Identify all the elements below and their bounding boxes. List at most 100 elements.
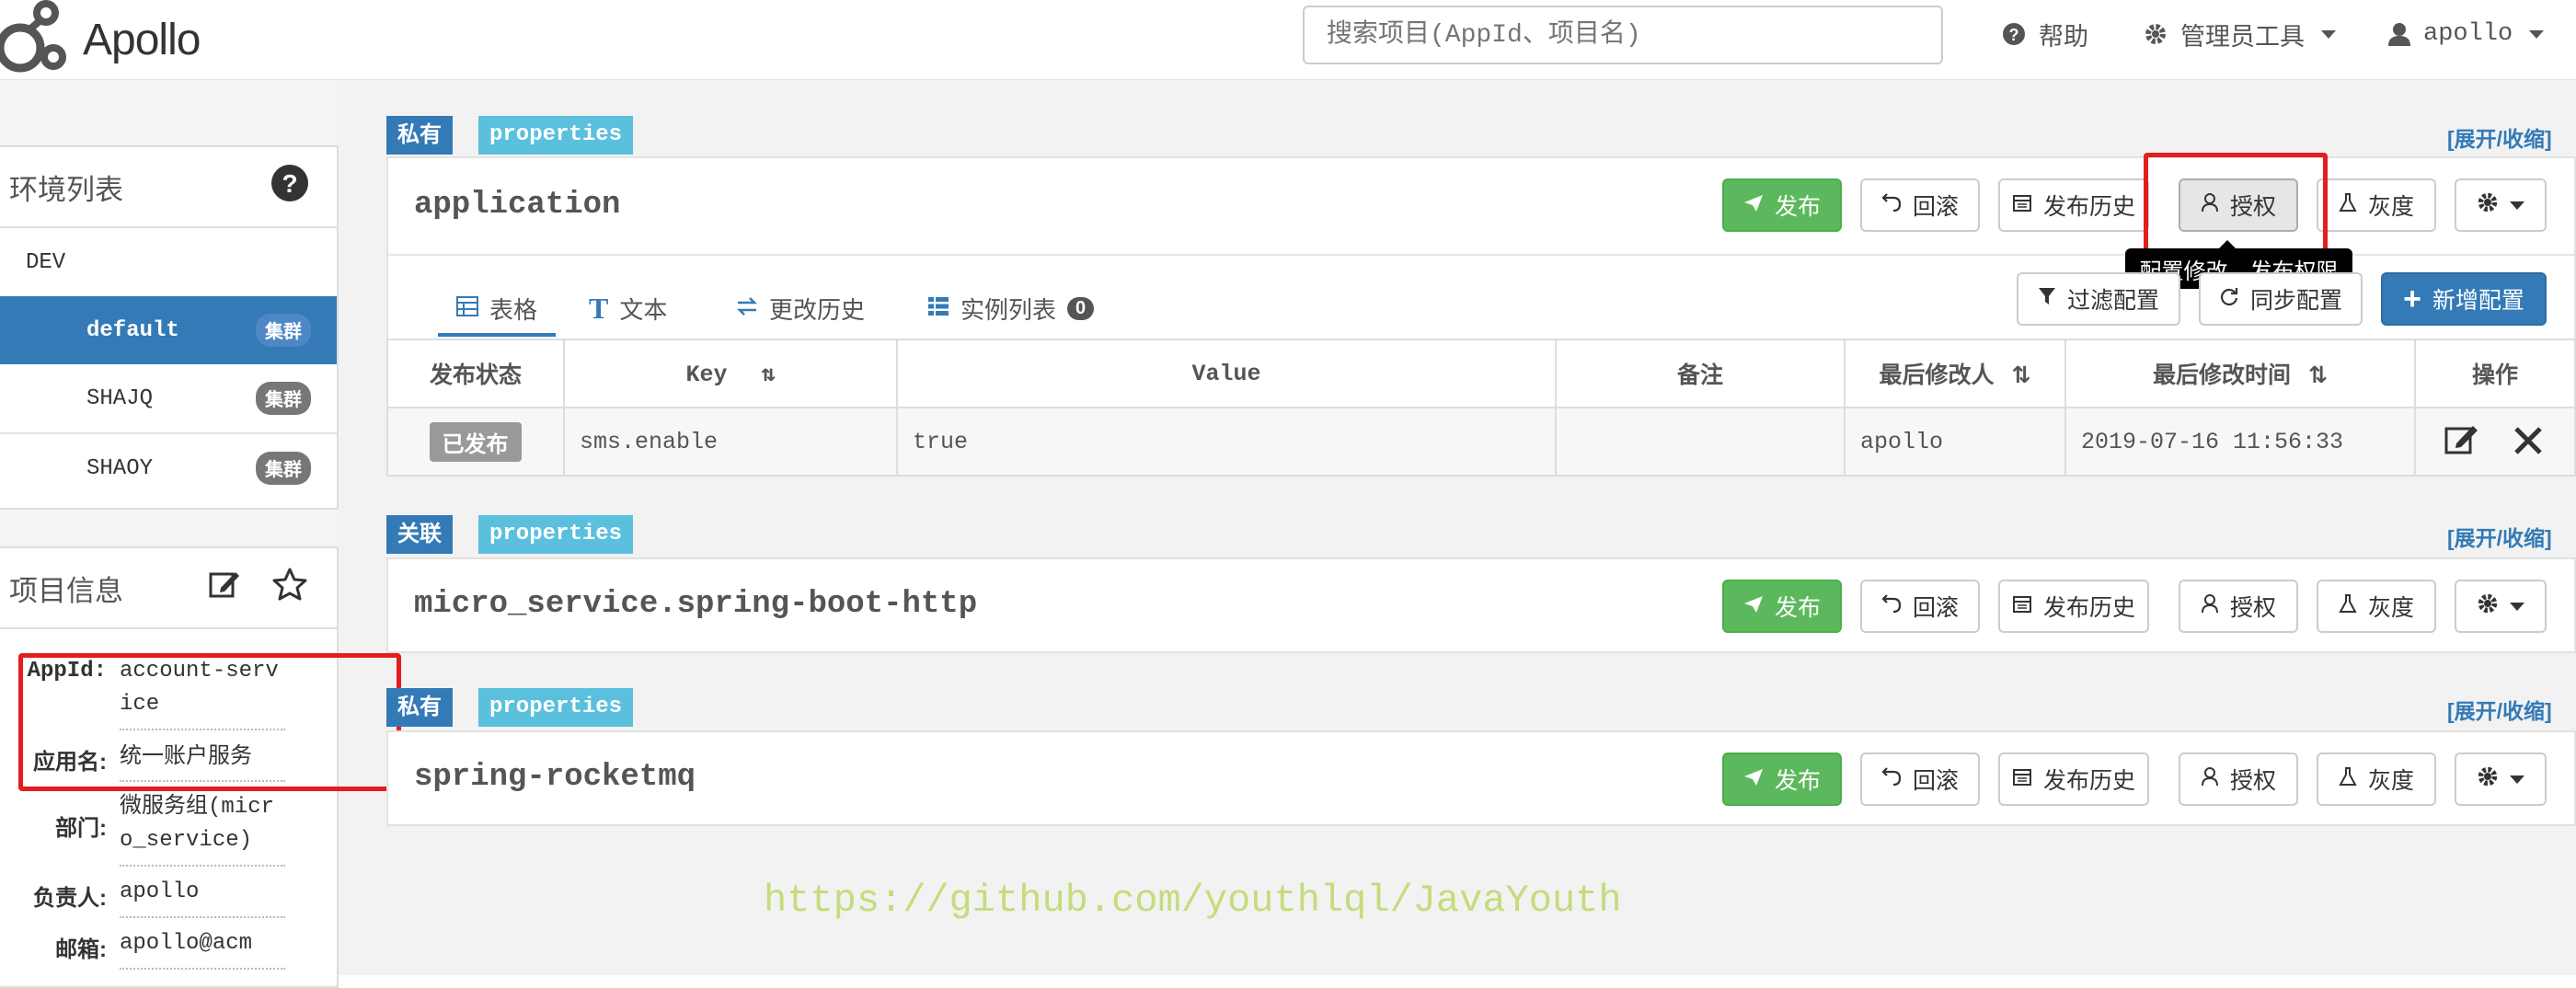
- gear-icon: [2477, 191, 2499, 220]
- col-modifier[interactable]: 最后修改人 ⇅: [1844, 339, 2066, 408]
- filter-icon: [2038, 286, 2056, 313]
- tab-instances[interactable]: 实例列表 0: [927, 283, 1095, 333]
- help-icon[interactable]: ?: [270, 164, 309, 210]
- tab-text[interactable]: T 文本: [589, 283, 667, 333]
- tab-table[interactable]: 表格: [438, 283, 556, 337]
- expand-collapse-link[interactable]: [展开/收缩]: [2447, 121, 2552, 153]
- admin-tools-menu[interactable]: 管理员工具: [2144, 0, 2336, 68]
- publish-button[interactable]: 发布: [1722, 580, 1842, 633]
- rollback-button[interactable]: 回滚: [1860, 752, 1980, 806]
- button-label: 发布: [1774, 595, 1821, 621]
- chevron-down-icon: [2510, 201, 2524, 210]
- app-logo[interactable]: Apollo: [0, 0, 201, 79]
- env-label-dev[interactable]: DEV: [0, 228, 337, 296]
- button-label: 灰度: [2367, 768, 2414, 794]
- cluster-name: SHAJQ: [86, 385, 154, 411]
- cluster-name: SHAOY: [86, 455, 154, 481]
- refresh-icon: [2219, 286, 2239, 313]
- settings-dropdown-button[interactable]: [2455, 580, 2547, 633]
- rollback-icon: [1881, 192, 1902, 219]
- flask-icon: [2339, 192, 2357, 219]
- rollback-icon: [1881, 593, 1902, 620]
- gray-release-button[interactable]: 灰度: [2317, 752, 2436, 806]
- user-outline-icon: [2201, 766, 2219, 793]
- delete-icon[interactable]: [2513, 426, 2544, 462]
- tab-change-history[interactable]: 更改历史: [736, 283, 865, 333]
- col-comment: 备注: [1555, 339, 1846, 408]
- settings-dropdown-button[interactable]: [2455, 752, 2547, 806]
- instance-count-badge: 0: [1067, 296, 1095, 320]
- info-value: apollo: [120, 867, 285, 918]
- project-info-actions: [208, 568, 307, 608]
- svg-text:?: ?: [282, 169, 297, 198]
- cluster-badge: 集群: [256, 452, 311, 485]
- add-config-button[interactable]: + 新增配置: [2381, 272, 2547, 326]
- expand-collapse-link[interactable]: [展开/收缩]: [2447, 694, 2552, 725]
- publish-button[interactable]: 发布: [1722, 752, 1842, 806]
- cluster-name: default: [86, 317, 179, 343]
- calendar-icon: [2012, 766, 2032, 793]
- help-label: 帮助: [2039, 22, 2088, 51]
- col-modified-time[interactable]: 最后修改时间 ⇅: [2064, 339, 2416, 408]
- button-label: 新增配置: [2432, 288, 2524, 314]
- col-key[interactable]: Key ⇅: [563, 339, 898, 408]
- publish-button[interactable]: 发布: [1722, 178, 1842, 232]
- grant-button[interactable]: 授权: [2179, 752, 2298, 806]
- cluster-badge: 集群: [256, 382, 311, 415]
- info-key: 负责人:: [33, 886, 107, 911]
- status-badge: 已发布: [429, 421, 522, 462]
- help-link[interactable]: ? 帮助: [2002, 0, 2088, 68]
- publish-history-button[interactable]: 发布历史: [1998, 580, 2149, 633]
- col-key-label: Key: [685, 361, 728, 388]
- tab-label: 表格: [489, 295, 537, 324]
- user-label: apollo: [2423, 20, 2513, 48]
- watermark-text: https://github.com/youthlql/JavaYouth: [764, 879, 1622, 923]
- send-icon: [1743, 766, 1764, 793]
- col-modifier-label: 最后修改人: [1879, 362, 1995, 388]
- cluster-item-shajq[interactable]: SHAJQ 集群: [0, 364, 337, 434]
- sort-icon: ⇅: [2011, 362, 2031, 388]
- button-label: 回滚: [1912, 194, 1959, 220]
- button-label: 灰度: [2367, 194, 2414, 220]
- apollo-logo-icon: [0, 0, 66, 73]
- edit-icon[interactable]: [2444, 425, 2480, 462]
- gray-release-button[interactable]: 灰度: [2317, 178, 2436, 232]
- rollback-button[interactable]: 回滚: [1860, 178, 1980, 232]
- cluster-item-shaoy[interactable]: SHAOY 集群: [0, 434, 337, 502]
- button-label: 同步配置: [2249, 288, 2342, 314]
- info-key: 邮箱:: [55, 937, 107, 962]
- publish-history-button[interactable]: 发布历史: [1998, 178, 2149, 232]
- chevron-down-icon: [2510, 602, 2524, 611]
- col-value: Value: [896, 339, 1557, 408]
- format-tag: properties: [478, 515, 634, 554]
- format-tag: properties: [478, 116, 634, 155]
- filter-config-button[interactable]: 过滤配置: [2017, 272, 2180, 326]
- table-icon: [455, 294, 478, 323]
- button-label: 授权: [2229, 595, 2276, 621]
- publish-history-button[interactable]: 发布历史: [1998, 752, 2149, 806]
- info-value: apollo@acm: [120, 918, 285, 970]
- project-info-title: 项目信息: [9, 574, 123, 607]
- flask-icon: [2339, 593, 2357, 620]
- settings-dropdown-button[interactable]: [2455, 178, 2547, 232]
- col-modified-time-label: 最后修改时间: [2153, 362, 2292, 388]
- expand-collapse-link[interactable]: [展开/收缩]: [2447, 521, 2552, 552]
- cluster-item-default[interactable]: default 集群: [0, 296, 337, 364]
- rollback-button[interactable]: 回滚: [1860, 580, 1980, 633]
- gray-release-button[interactable]: 灰度: [2317, 580, 2436, 633]
- sort-icon: ⇅: [761, 361, 776, 388]
- grant-button[interactable]: 授权: [2179, 580, 2298, 633]
- table-row: 已发布 sms.enable true apollo 2019-07-16 11…: [386, 407, 2576, 477]
- sync-config-button[interactable]: 同步配置: [2199, 272, 2363, 326]
- user-menu[interactable]: apollo: [2388, 0, 2545, 68]
- modifier-cell: apollo: [1844, 407, 2066, 477]
- star-icon[interactable]: [272, 568, 307, 608]
- flask-icon: [2339, 766, 2357, 793]
- plus-icon: +: [2403, 281, 2421, 316]
- project-info-header: 项目信息: [0, 548, 337, 629]
- button-label: 灰度: [2367, 595, 2414, 621]
- project-search-input[interactable]: [1303, 6, 1943, 64]
- button-label: 授权: [2229, 768, 2276, 794]
- edit-icon[interactable]: [208, 568, 241, 608]
- button-label: 过滤配置: [2066, 288, 2159, 314]
